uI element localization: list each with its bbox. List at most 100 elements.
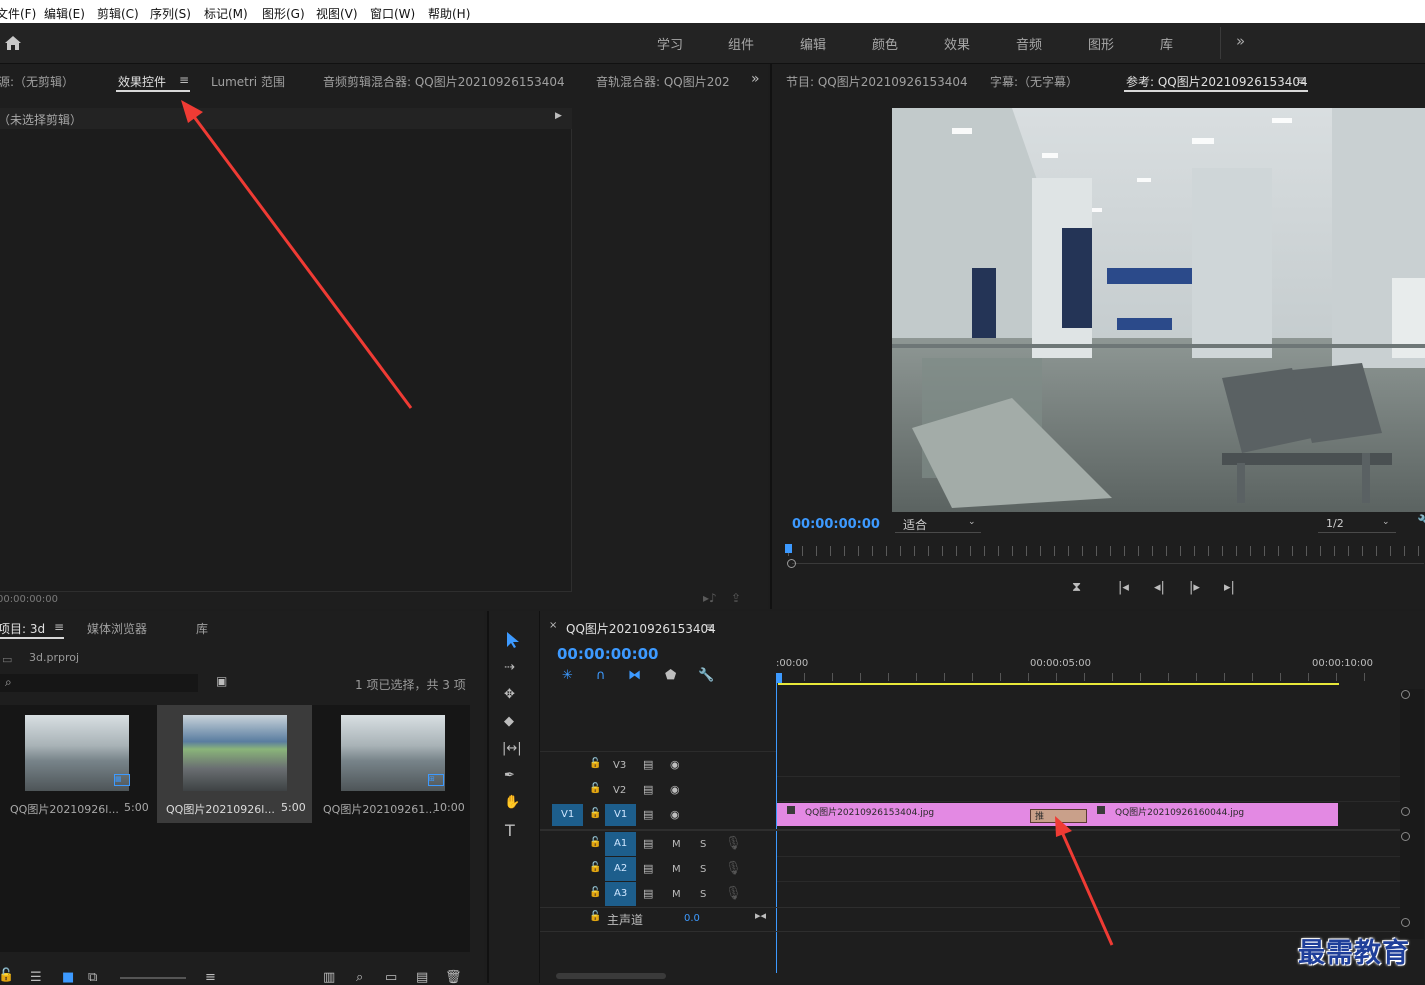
close-icon[interactable]: × (549, 621, 557, 631)
lock-icon[interactable]: 🔓 (589, 838, 601, 848)
scrub-handle[interactable] (787, 559, 796, 568)
add-marker-icon[interactable]: ⬟ (665, 669, 676, 682)
type-tool-icon[interactable]: T (505, 823, 515, 839)
ripple-edit-tool-icon[interactable]: ✥ (504, 688, 515, 701)
program-timecode[interactable]: 00:00:00:00 (792, 517, 880, 532)
scroll-handle[interactable] (1401, 918, 1410, 927)
mute-button[interactable]: M (672, 889, 681, 900)
go-to-end-icon[interactable]: ▸◂ (755, 910, 766, 921)
workspace-editing[interactable]: 编辑 (800, 34, 826, 53)
add-marker-icon[interactable]: ⧗ (1072, 581, 1081, 594)
trash-icon[interactable]: 🗑 (445, 971, 462, 984)
scroll-handle[interactable] (1401, 690, 1410, 699)
snap-icon[interactable]: ∩ (596, 669, 606, 682)
expand-arrow-icon[interactable]: ▶ (555, 112, 562, 121)
zoom-slider[interactable] (120, 977, 186, 979)
lock-icon[interactable]: 🔓 (589, 912, 601, 922)
track-target-v1[interactable]: V1 (605, 804, 636, 826)
monitor-ruler[interactable] (788, 546, 1424, 556)
project-item[interactable]: ⊞ QQ图片202109261... 10:00 (314, 705, 470, 823)
track-target-a3[interactable]: A3 (605, 882, 636, 906)
project-item[interactable]: ▦ QQ图片20210926l... 5:00 (0, 705, 154, 823)
track-select-tool-icon[interactable]: ⇢ (504, 661, 515, 674)
microphone-icon[interactable]: 🎙 (725, 887, 742, 900)
resolution-dropdown[interactable]: 1/2 ⌄ (1318, 515, 1396, 533)
tab-audio-clip-mixer[interactable]: 音频剪辑混合器: QQ图片20210926153404 (323, 73, 565, 90)
tab-lumetri[interactable]: Lumetri 范围 (211, 73, 285, 90)
transition-push[interactable]: 推 (1030, 809, 1087, 823)
menu-sequence[interactable]: 序列(S) (150, 5, 191, 22)
master-volume[interactable]: 0.0 (684, 913, 700, 924)
eye-icon[interactable]: ◉ (670, 784, 680, 795)
mute-button[interactable]: M (672, 839, 681, 850)
microphone-icon[interactable]: 🎙 (725, 837, 742, 850)
overflow-tabs-icon[interactable]: » (751, 72, 760, 86)
freeform-view-icon[interactable]: ⧉ (88, 971, 97, 984)
menu-help[interactable]: 帮助(H) (428, 5, 470, 22)
new-bin-icon[interactable]: ▭ (385, 971, 397, 984)
go-to-out-icon[interactable]: ▸| (1224, 581, 1235, 594)
workspace-audio[interactable]: 音频 (1016, 34, 1042, 53)
project-item-selected[interactable]: QQ图片20210926l... 5:00 (157, 705, 312, 823)
tab-reference[interactable]: 参考: QQ图片20210926153404 (1126, 73, 1308, 90)
toggle-sync-icon[interactable]: ▤ (643, 759, 653, 770)
clip[interactable]: QQ图片20210926153404.jpg (777, 803, 1029, 826)
work-area-bar[interactable] (778, 683, 1339, 685)
track-target-a2[interactable]: A2 (605, 857, 636, 881)
tab-effect-controls[interactable]: 效果控件 (118, 73, 166, 90)
go-to-in-icon[interactable]: |◂ (1118, 581, 1129, 594)
solo-button[interactable]: S (700, 864, 706, 875)
panel-menu-icon[interactable]: ≡ (54, 621, 64, 633)
toggle-sync-icon[interactable]: ▤ (643, 784, 653, 795)
lock-icon[interactable]: 🔓 (589, 759, 601, 769)
playhead-marker[interactable] (785, 544, 792, 553)
icon-view-icon[interactable]: ■ (62, 971, 74, 984)
home-icon[interactable] (4, 35, 22, 51)
step-back-icon[interactable]: ◂| (1154, 581, 1165, 594)
tab-media-browser[interactable]: 媒体浏览器 (87, 620, 147, 637)
menu-file[interactable]: 文件(F) (0, 5, 36, 22)
workspace-assembly[interactable]: 组件 (728, 34, 754, 53)
toggle-sync-icon[interactable]: ▤ (643, 838, 653, 849)
eye-icon[interactable]: ◉ (670, 809, 680, 820)
export-icon[interactable]: ⇪ (731, 592, 741, 604)
playhead-handle[interactable] (776, 673, 782, 683)
lock-icon[interactable]: 🔓 (589, 784, 601, 794)
razor-tool-icon[interactable]: ◆ (504, 715, 514, 728)
lock-icon[interactable]: 🔓 (589, 863, 601, 873)
workspace-learn[interactable]: 学习 (657, 34, 683, 53)
source-patch-v1[interactable]: V1 (552, 804, 583, 826)
selection-tool-icon[interactable] (504, 631, 522, 649)
linked-selection-icon[interactable]: ⧓ (628, 669, 641, 682)
panel-menu-icon[interactable]: ≡ (1296, 74, 1306, 86)
tab-library[interactable]: 库 (196, 620, 208, 637)
menu-marker[interactable]: 标记(M) (204, 5, 248, 22)
automate-icon[interactable]: ▥ (323, 971, 335, 984)
clip[interactable]: QQ图片20210926160044.jpg (1087, 803, 1337, 826)
panel-menu-icon[interactable]: ≡ (179, 74, 189, 86)
workspace-effects[interactable]: 效果 (944, 34, 970, 53)
list-view-icon[interactable]: ☰ (30, 971, 42, 984)
solo-button[interactable]: S (700, 839, 706, 850)
toggle-sync-icon[interactable]: ▤ (643, 809, 653, 820)
workspace-libraries[interactable]: 库 (1160, 34, 1173, 53)
panel-menu-icon[interactable]: ≡ (705, 621, 715, 633)
search-input[interactable]: ⌕ (0, 674, 198, 692)
tab-audio-track-mixer[interactable]: 音轨混合器: QQ图片202 (596, 73, 730, 90)
microphone-icon[interactable]: 🎙 (725, 862, 742, 875)
sort-icon[interactable]: ≡ (205, 971, 216, 984)
filter-icon[interactable]: ▸♪ (703, 592, 717, 604)
eye-icon[interactable]: ◉ (670, 759, 680, 770)
pen-tool-icon[interactable]: ✒ (504, 769, 515, 782)
timeline-ruler[interactable] (776, 673, 1376, 681)
wrench-icon[interactable]: 🔧 (1417, 516, 1425, 529)
lock-icon[interactable]: 🔓 (589, 888, 601, 898)
scroll-handle[interactable] (1401, 807, 1410, 816)
lock-icon[interactable]: 🔓 (0, 969, 14, 982)
toggle-sync-icon[interactable]: ▤ (643, 888, 653, 899)
nest-icon[interactable]: ✳ (562, 669, 573, 682)
tab-source[interactable]: 源:（无剪辑） (0, 73, 74, 90)
track-target-a1[interactable]: A1 (605, 832, 636, 856)
tab-program[interactable]: 节目: QQ图片20210926153404 (786, 73, 968, 90)
workspace-color[interactable]: 颜色 (872, 34, 898, 53)
